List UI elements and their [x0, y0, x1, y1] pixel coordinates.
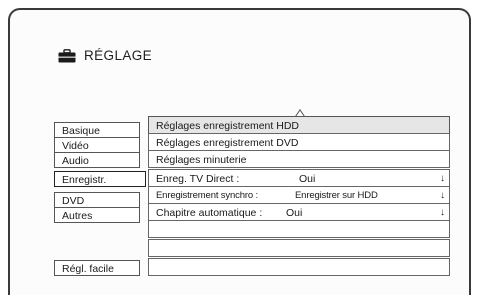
option-label: Enregistrement synchro : — [156, 190, 258, 201]
menu-item-autres[interactable]: Autres — [54, 207, 140, 223]
menu-item-regl-facile[interactable]: Régl. facile — [54, 260, 140, 276]
menu-item-label: Audio — [62, 155, 89, 167]
toolbox-icon — [58, 48, 76, 62]
option-empty-row — [148, 220, 450, 238]
option-timer-settings[interactable]: Réglages minuterie — [148, 150, 450, 168]
option-label: Réglages enregistrement HDD — [156, 120, 299, 132]
option-tv-direct-rec[interactable]: Enreg. TV Direct : Oui ↓ — [148, 169, 450, 187]
option-empty-row — [148, 239, 450, 257]
page-title: RÉGLAGE — [84, 48, 153, 63]
options-panel: Réglages enregistrement HDD Réglages enr… — [148, 109, 450, 281]
option-label: Réglages minuterie — [156, 154, 247, 166]
header: RÉGLAGE — [58, 48, 152, 63]
menu-item-basique[interactable]: Basique — [54, 122, 140, 138]
menu-item-dvd[interactable]: DVD — [54, 192, 140, 208]
option-dvd-settings[interactable]: Réglages enregistrement DVD — [148, 133, 450, 151]
menu-item-label: Régl. facile — [62, 263, 114, 275]
menu-item-label: Vidéo — [62, 140, 89, 152]
settings-screen: RÉGLAGE Basique Vidéo Audio Enregistr. D… — [8, 8, 471, 295]
option-synchro-rec[interactable]: Enregistrement synchro : Enregistrer sur… — [148, 186, 450, 204]
option-label: Chapitre automatique : — [156, 207, 263, 219]
menu-item-audio[interactable]: Audio — [54, 152, 140, 168]
option-label: Réglages enregistrement DVD — [156, 137, 299, 149]
menu-item-label: DVD — [62, 195, 85, 207]
option-auto-chapter[interactable]: Chapitre automatique : Oui ↓ — [148, 203, 450, 221]
menu-item-video[interactable]: Vidéo — [54, 137, 140, 153]
menu-item-label: Basique — [62, 125, 100, 137]
option-label: Enreg. TV Direct : — [156, 173, 240, 185]
option-empty-row — [148, 258, 450, 276]
menu-item-label: Enregistr. — [62, 174, 107, 186]
option-hdd-settings[interactable]: Réglages enregistrement HDD — [148, 116, 450, 134]
menu-item-label: Autres — [62, 210, 93, 222]
menu-item-enregistr[interactable]: Enregistr. — [54, 171, 146, 187]
